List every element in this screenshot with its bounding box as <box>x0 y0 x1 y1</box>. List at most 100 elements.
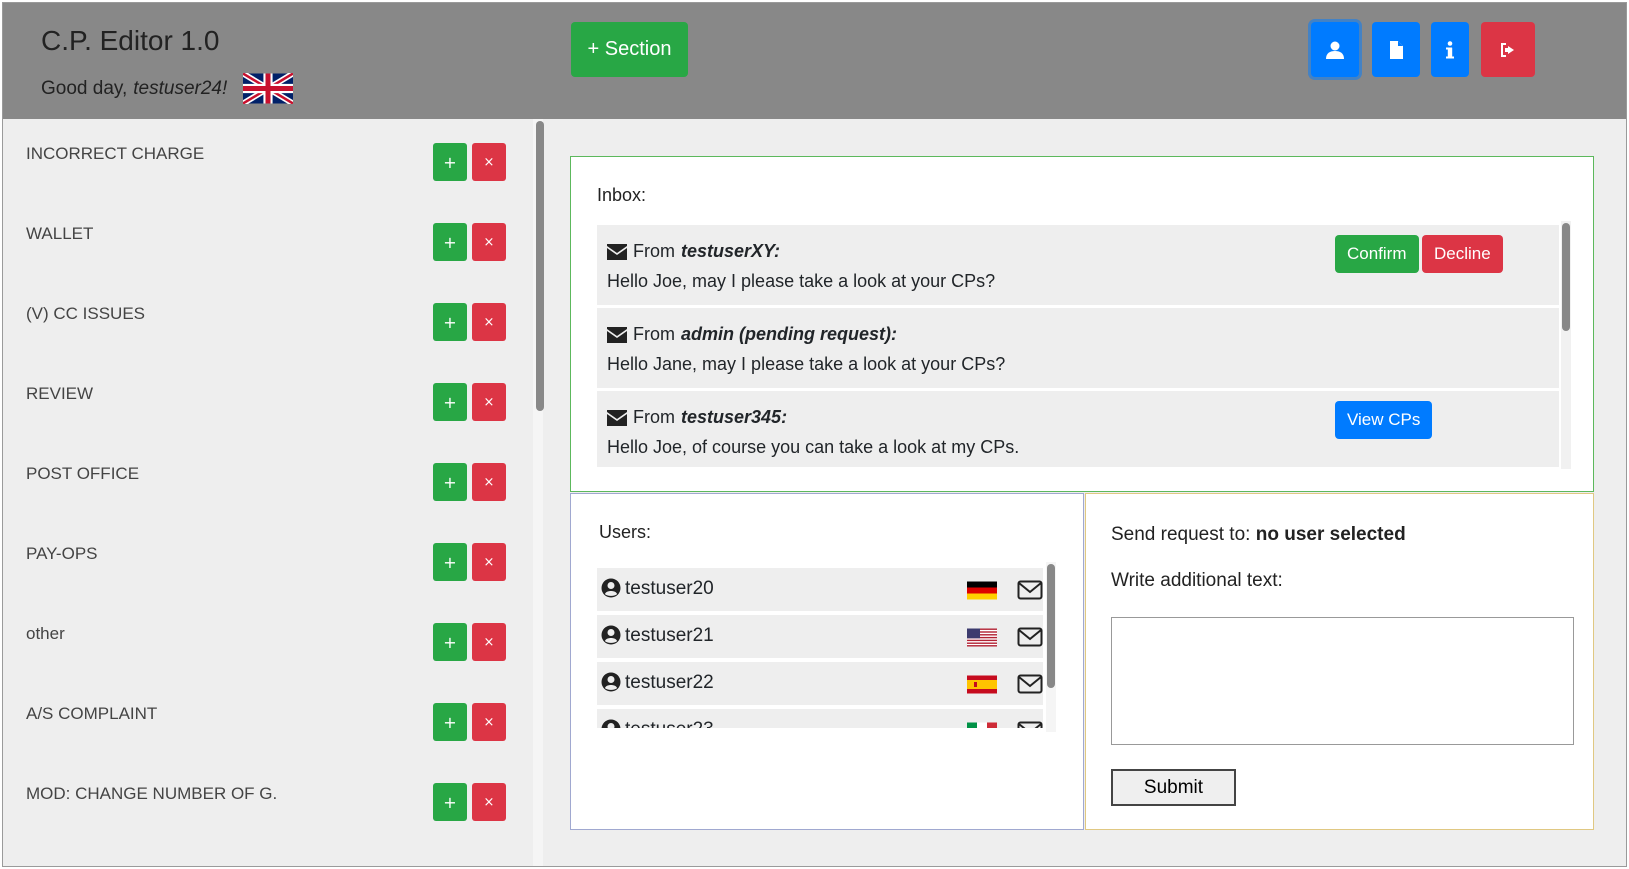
user-row[interactable]: testuser23 <box>597 709 1043 728</box>
usa-flag-icon <box>967 628 997 647</box>
section-label: POST OFFICE <box>26 464 140 483</box>
user-icon <box>1326 41 1344 59</box>
inbox-message: From admin (pending request): Hello Jane… <box>597 308 1559 388</box>
italy-flag-icon <box>967 722 997 728</box>
inbox-title: Inbox: <box>597 185 647 205</box>
document-button[interactable] <box>1372 22 1420 77</box>
section-label: A/S COMPLAINT <box>26 704 158 723</box>
section-item[interactable]: PAY-OPS + × <box>3 519 518 602</box>
users-title: Users: <box>599 522 652 542</box>
message-header: From testuser345: <box>607 407 787 428</box>
envelope-outline-icon[interactable] <box>1017 626 1043 648</box>
section-item[interactable]: other + × <box>3 599 518 682</box>
user-row[interactable]: testuser22 <box>597 662 1043 705</box>
request-title-prefix: Send request to: <box>1111 524 1251 545</box>
section-item[interactable]: A/S COMPLAINT + × <box>3 679 518 762</box>
user-row[interactable]: testuser21 <box>597 615 1043 658</box>
header-bar: C.P. Editor 1.0 Good day, testuser24! + … <box>3 3 1626 119</box>
delete-section-button[interactable]: × <box>472 223 506 261</box>
greeting: Good day, testuser24! <box>41 73 294 104</box>
users-scrollbar-thumb[interactable] <box>1047 564 1055 688</box>
submit-button[interactable]: Submit <box>1111 769 1236 806</box>
section-sidebar: INCORRECT CHARGE + × WALLET + × (V) CC I… <box>3 119 543 866</box>
app-title: C.P. Editor 1.0 <box>41 25 220 56</box>
delete-section-button[interactable]: × <box>472 703 506 741</box>
section-item[interactable]: REVIEW + × <box>3 359 518 442</box>
add-subsection-button[interactable]: + <box>433 783 467 821</box>
users-panel: Users: testuser20 testuser21 testuser22 <box>570 493 1084 830</box>
inbox-scrollbar-thumb[interactable] <box>1562 223 1570 331</box>
inbox-list: From testuserXY: Hello Joe, may I please… <box>597 225 1559 467</box>
delete-section-button[interactable]: × <box>472 623 506 661</box>
delete-section-button[interactable]: × <box>472 303 506 341</box>
additional-text-input[interactable] <box>1111 617 1574 745</box>
info-button[interactable] <box>1431 22 1469 77</box>
section-label: WALLET <box>26 224 94 243</box>
from-label: From <box>633 324 675 344</box>
user-circle-icon <box>601 672 621 692</box>
section-label: other <box>26 624 65 643</box>
additional-text-label: Write additional text: <box>1111 570 1283 591</box>
section-item[interactable]: WALLET + × <box>3 199 518 282</box>
message-header: From admin (pending request): <box>607 324 897 345</box>
profile-button[interactable] <box>1311 22 1359 77</box>
add-subsection-button[interactable]: + <box>433 623 467 661</box>
add-section-button[interactable]: + Section <box>571 22 688 77</box>
message-sender: testuserXY: <box>681 241 781 261</box>
delete-section-button[interactable]: × <box>472 383 506 421</box>
spain-flag-icon <box>967 675 997 694</box>
file-icon <box>1390 40 1403 59</box>
section-item[interactable]: MOD: CHANGE NUMBER OF G. + × <box>3 759 518 842</box>
from-label: From <box>633 241 675 261</box>
inbox-panel: Inbox: From testuserXY: Hello Joe, may I… <box>570 156 1594 492</box>
envelope-outline-icon[interactable] <box>1017 673 1043 695</box>
user-name: testuser23 <box>625 719 714 728</box>
add-subsection-button[interactable]: + <box>433 543 467 581</box>
user-name: testuser20 <box>625 578 714 599</box>
user-circle-icon <box>601 719 621 728</box>
add-subsection-button[interactable]: + <box>433 223 467 261</box>
message-sender: admin (pending request): <box>681 324 897 344</box>
user-name: testuser21 <box>625 625 714 646</box>
decline-button[interactable]: Decline <box>1422 235 1503 273</box>
section-item[interactable]: INCORRECT CHARGE + × <box>3 119 518 202</box>
user-row[interactable]: testuser20 <box>597 568 1043 611</box>
message-sender: testuser345: <box>681 407 788 427</box>
add-subsection-button[interactable]: + <box>433 143 467 181</box>
delete-section-button[interactable]: × <box>472 543 506 581</box>
message-header: From testuserXY: <box>607 241 780 262</box>
envelope-icon <box>607 326 627 343</box>
add-subsection-button[interactable]: + <box>433 463 467 501</box>
view-cps-button[interactable]: View CPs <box>1335 401 1433 439</box>
envelope-outline-icon[interactable] <box>1017 579 1043 601</box>
section-item[interactable]: POST OFFICE + × <box>3 439 518 522</box>
envelope-outline-icon[interactable] <box>1017 720 1043 728</box>
user-name: testuser22 <box>625 672 714 693</box>
add-subsection-button[interactable]: + <box>433 703 467 741</box>
inbox-message: From testuserXY: Hello Joe, may I please… <box>597 225 1559 305</box>
confirm-button[interactable]: Confirm <box>1335 235 1419 273</box>
message-text: Hello Jane, may I please take a look at … <box>607 354 1006 374</box>
message-text: Hello Joe, may I please take a look at y… <box>607 271 996 291</box>
app-window: C.P. Editor 1.0 Good day, testuser24! + … <box>2 2 1627 867</box>
section-item[interactable]: (V) CC ISSUES + × <box>3 279 518 362</box>
message-text: Hello Joe, of course you can take a look… <box>607 437 1020 457</box>
section-label: PAY-OPS <box>26 544 98 563</box>
section-label: INCORRECT CHARGE <box>26 144 205 163</box>
logout-button[interactable] <box>1481 22 1535 77</box>
greeting-prefix: Good day, <box>41 77 128 99</box>
greeting-username: testuser24! <box>133 77 228 99</box>
sidebar-scrollbar-thumb[interactable] <box>536 121 544 411</box>
germany-flag-icon <box>967 581 997 600</box>
users-list: testuser20 testuser21 testuser22 <box>597 568 1043 728</box>
selected-user: no user selected <box>1255 524 1406 545</box>
user-circle-icon <box>601 625 621 645</box>
delete-section-button[interactable]: × <box>472 143 506 181</box>
delete-section-button[interactable]: × <box>472 463 506 501</box>
delete-section-button[interactable]: × <box>472 783 506 821</box>
from-label: From <box>633 407 675 427</box>
envelope-icon <box>607 243 627 260</box>
add-subsection-button[interactable]: + <box>433 383 467 421</box>
add-subsection-button[interactable]: + <box>433 303 467 341</box>
uk-flag-icon[interactable] <box>243 73 294 104</box>
